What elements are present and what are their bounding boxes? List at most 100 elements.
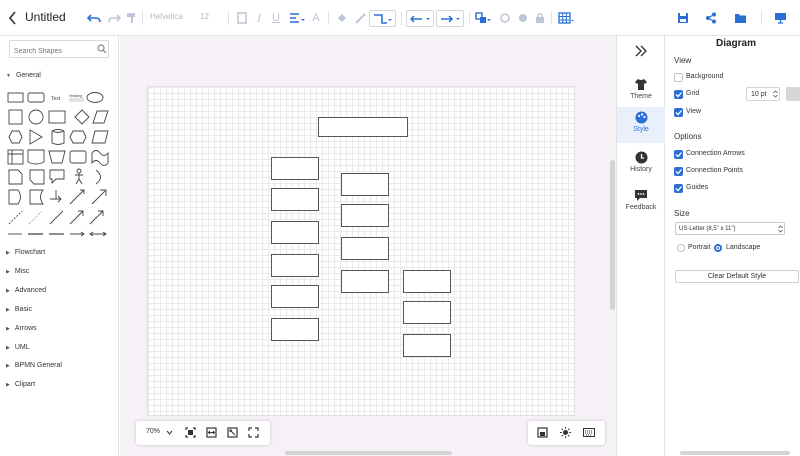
palette-icon: [635, 111, 647, 124]
diagram-shape[interactable]: [271, 318, 319, 341]
panel-horizontal-scrollbar[interactable]: [680, 451, 790, 455]
line-style-dropdown[interactable]: [369, 10, 396, 27]
grid-size-input[interactable]: 10 pt: [746, 87, 780, 101]
to-back-icon[interactable]: [516, 9, 530, 27]
diagram-shape[interactable]: [341, 173, 389, 196]
folder-icon[interactable]: [733, 9, 747, 27]
portrait-radio[interactable]: [677, 244, 685, 252]
font-color-icon[interactable]: A: [310, 9, 322, 27]
general-shapes-palette[interactable]: Text Heading: [6, 90, 110, 240]
tab-theme[interactable]: Theme: [617, 74, 665, 110]
diagram-shape[interactable]: [271, 221, 319, 244]
diagram-shape[interactable]: [271, 285, 319, 308]
separator: [228, 11, 229, 25]
diagram-shape[interactable]: [403, 270, 451, 293]
category-flowchart[interactable]: ▶ Flowchart: [6, 249, 45, 256]
diagram-shape[interactable]: [403, 301, 451, 324]
category-bpmn-general[interactable]: ▶ BPMN General: [6, 362, 62, 369]
zoom-level[interactable]: 70%: [146, 428, 160, 435]
font-family-select[interactable]: Helvetica: [150, 12, 183, 21]
tape-shape: [91, 150, 109, 166]
fit-width-icon[interactable]: [206, 427, 217, 438]
fit-page-icon[interactable]: [185, 427, 196, 438]
landscape-radio[interactable]: [714, 244, 722, 252]
category-advanced[interactable]: ▶ Advanced: [6, 287, 46, 294]
arrow-line-2-shape: [89, 210, 104, 225]
actual-size-icon[interactable]: [227, 427, 238, 438]
grid-checkbox[interactable]: [674, 90, 683, 99]
diagram-shape[interactable]: [341, 237, 389, 260]
diagram-shape[interactable]: [318, 117, 408, 137]
back-icon[interactable]: [7, 10, 19, 26]
category-clipart[interactable]: ▶ Clipart: [6, 381, 35, 388]
clear-default-style-button[interactable]: Clear Default Style: [675, 270, 799, 283]
table-icon[interactable]: [557, 9, 575, 27]
category-misc[interactable]: ▶ Misc: [6, 268, 29, 275]
search-shapes-input[interactable]: [9, 40, 109, 58]
italic-icon[interactable]: I: [253, 9, 265, 27]
vertical-scrollbar[interactable]: [610, 160, 615, 310]
diagram-shape[interactable]: [271, 254, 319, 277]
guides-checkbox[interactable]: [674, 184, 683, 193]
line-shape: [49, 210, 64, 225]
heading-shape-label: Heading: [69, 94, 82, 98]
share-icon[interactable]: [704, 9, 718, 27]
diagram-page[interactable]: [147, 86, 575, 416]
diagram-shape[interactable]: [341, 204, 389, 227]
present-icon[interactable]: [773, 9, 787, 27]
top-toolbar: Untitled Helvetica 12 I U A: [0, 0, 800, 36]
collapse-panel-icon[interactable]: [634, 45, 648, 57]
document-title[interactable]: Untitled: [25, 10, 66, 24]
tab-feedback[interactable]: Feedback: [617, 185, 665, 221]
card-shape: [69, 150, 87, 164]
circle-shape: [28, 109, 44, 125]
options-section-title: Options: [674, 132, 702, 141]
diagram-shape[interactable]: [403, 334, 451, 357]
connection-arrows-label: Connection Arrows: [686, 150, 745, 157]
arrange-icon[interactable]: [474, 9, 492, 27]
chat-icon: [635, 190, 647, 201]
font-size-select[interactable]: 12: [200, 12, 209, 21]
diagram-shape[interactable]: [271, 157, 319, 180]
tab-history[interactable]: History: [617, 147, 665, 183]
grid-color-swatch[interactable]: [786, 87, 800, 101]
category-arrows[interactable]: ▶ Arrows: [6, 325, 37, 332]
bold-icon[interactable]: [236, 9, 248, 27]
caret-right-icon: ▶: [6, 249, 10, 256]
align-dropdown-icon[interactable]: [288, 9, 306, 27]
view-checkbox[interactable]: [674, 108, 683, 117]
lock-icon[interactable]: [533, 9, 547, 27]
underline-icon[interactable]: U: [270, 9, 282, 27]
tab-style[interactable]: Style: [617, 107, 665, 143]
category-general[interactable]: ▼ General: [6, 72, 41, 79]
canvas-area[interactable]: [120, 36, 616, 456]
brightness-icon[interactable]: [560, 427, 571, 438]
save-icon[interactable]: [676, 9, 690, 27]
format-painter-icon[interactable]: [125, 9, 139, 27]
connection-arrows-checkbox[interactable]: [674, 150, 683, 159]
internal-storage-shape: [7, 149, 24, 165]
undo-icon[interactable]: [86, 9, 102, 27]
connection-points-checkbox[interactable]: [674, 167, 683, 176]
outline-icon[interactable]: [537, 427, 548, 438]
clock-icon: [635, 151, 647, 164]
diagram-shape[interactable]: [341, 270, 389, 293]
end-arrow-dropdown[interactable]: [436, 10, 464, 27]
dotted-line-shape: [28, 210, 43, 225]
fill-color-icon[interactable]: [335, 9, 349, 27]
paper-size-select[interactable]: US-Letter (8,5" x 11"): [675, 222, 785, 235]
data-shape: [69, 130, 87, 144]
rounded-rectangle-shape: [27, 92, 45, 103]
diagram-shape[interactable]: [271, 188, 319, 211]
category-basic[interactable]: ▶ Basic: [6, 306, 32, 313]
fullscreen-icon[interactable]: [248, 427, 259, 438]
horizontal-scrollbar[interactable]: [285, 451, 452, 455]
to-front-icon[interactable]: [498, 9, 512, 27]
keyboard-icon[interactable]: [583, 427, 595, 438]
chevron-down-icon[interactable]: [166, 430, 173, 435]
line-color-icon[interactable]: [353, 9, 367, 27]
background-checkbox[interactable]: [674, 73, 683, 82]
start-arrow-dropdown[interactable]: [406, 10, 434, 27]
redo-icon[interactable]: [107, 9, 121, 27]
category-uml[interactable]: ▶ UML: [6, 344, 30, 351]
